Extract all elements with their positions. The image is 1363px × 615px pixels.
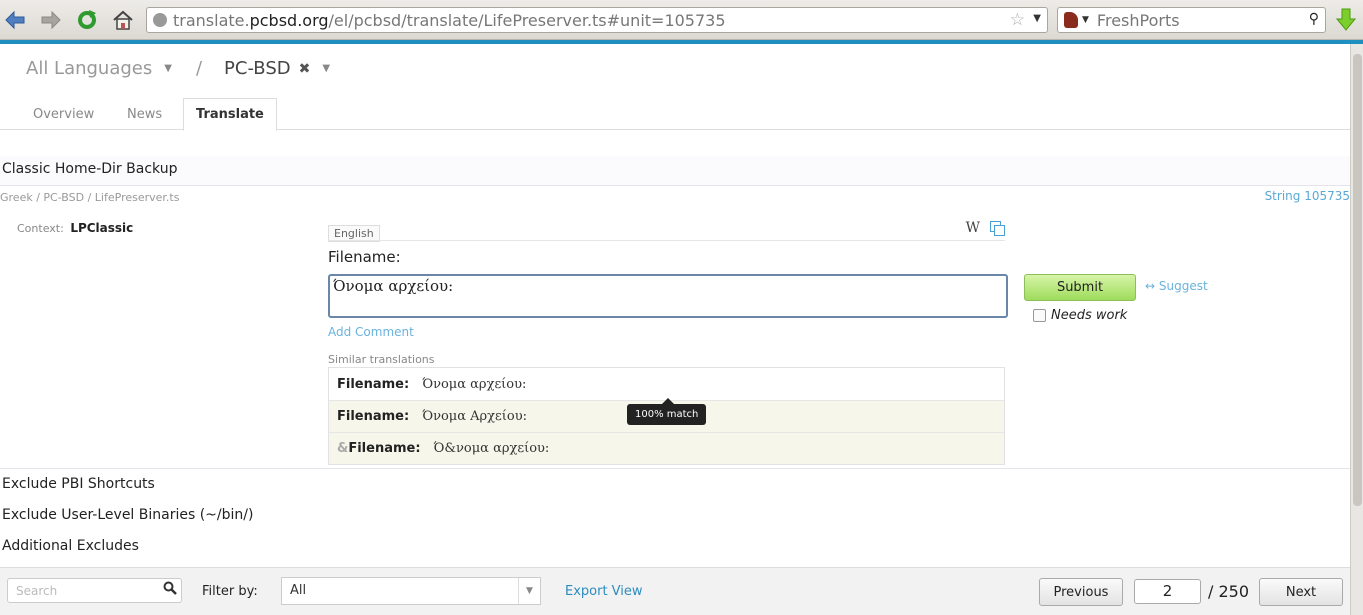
navigation-tabs: Overview News Translate (0, 98, 1350, 131)
breadcrumb-separator: / (195, 58, 203, 79)
home-button[interactable] (110, 7, 136, 33)
context-label: Context: (17, 222, 64, 235)
filter-label: Filter by: (202, 584, 258, 599)
accelerator-mark: & (337, 441, 349, 456)
page-total: / 250 (1208, 582, 1250, 601)
reload-button[interactable] (74, 7, 100, 33)
string-id-link[interactable]: String 105735 (1265, 189, 1350, 203)
unit-list-item[interactable]: Exclude PBI Shortcuts (0, 469, 1350, 500)
footer-bar: Search Filter by: All ▼ Export View Prev… (0, 567, 1350, 615)
next-button[interactable]: Next (1259, 578, 1343, 606)
unit-list-item[interactable]: Exclude User-Level Binaries (~/bin/) (0, 500, 1350, 531)
source-block: English W Filename: (328, 220, 1005, 266)
needs-work-checkbox[interactable] (1033, 309, 1046, 322)
previous-unit[interactable]: Classic Home-Dir Backup (0, 156, 1350, 186)
filter-select[interactable]: All ▼ (281, 577, 541, 605)
similar-translation: Ό&νομα αρχείου: (433, 441, 550, 456)
filter-selected-value: All (290, 583, 307, 598)
browser-toolbar: translate. pcbsd.org/el/pcbsd/translate/L… (0, 0, 1363, 40)
close-project-icon[interactable]: ✖ (299, 61, 311, 77)
download-button[interactable] (1333, 7, 1359, 33)
breadcrumb-language[interactable]: All Languages (26, 58, 152, 79)
add-comment-link[interactable]: Add Comment (328, 325, 414, 339)
url-host: pcbsd.org (249, 10, 329, 30)
copy-source-icon[interactable] (990, 221, 1005, 236)
url-bar[interactable]: translate. pcbsd.org/el/pcbsd/translate/L… (146, 7, 1048, 33)
scrollbar-thumb[interactable] (1353, 54, 1362, 506)
back-button[interactable] (2, 7, 28, 33)
back-arrow-icon (5, 10, 25, 30)
previous-button[interactable]: Previous (1039, 578, 1123, 606)
binoculars-icon[interactable]: ⚲ (1309, 11, 1319, 27)
site-identity-icon (153, 13, 167, 27)
unit-list-item[interactable]: Additional Excludes (0, 531, 1350, 562)
source-tools: W (966, 220, 1005, 236)
download-arrow-icon (1336, 8, 1356, 31)
suggest-link[interactable]: ↔ Suggest (1145, 279, 1208, 293)
search-input[interactable]: Search (7, 578, 182, 603)
needs-work-toggle[interactable]: Needs work (1033, 308, 1127, 323)
language-dropdown-icon[interactable]: ▼ (164, 63, 172, 74)
reload-icon (78, 10, 96, 29)
similar-translation: Όνομα αρχείου: (422, 376, 527, 392)
project-dropdown-icon[interactable]: ▼ (322, 63, 330, 74)
home-icon (113, 10, 133, 30)
search-engine-icon[interactable] (1064, 12, 1078, 28)
similar-source: Filename: (348, 441, 421, 456)
similar-source: Filename: (337, 409, 410, 424)
search-placeholder: Search (16, 584, 58, 598)
context: Context: LPClassic (17, 221, 133, 235)
tab-news[interactable]: News (115, 98, 174, 130)
search-icon[interactable] (163, 581, 177, 595)
source-text: Filename: (328, 248, 401, 266)
similar-translation-row[interactable]: & Filename: Ό&νομα αρχείου: (329, 432, 1004, 464)
wikipedia-icon[interactable]: W (966, 220, 980, 236)
translation-textarea[interactable]: Όνομα αρχείου: (328, 274, 1008, 318)
similar-translation: Όνομα Αρχείου: (422, 409, 528, 424)
similar-translations-label: Similar translations (328, 353, 435, 366)
context-value: LPClassic (70, 221, 134, 235)
unit-path: Greek / PC-BSD / LifePreserver.ts (0, 191, 180, 204)
similar-translation-row[interactable]: Filename: Όνομα αρχείου: (329, 368, 1004, 400)
breadcrumb: All Languages ▼ / PC-BSD ✖ ▼ (26, 58, 330, 79)
tab-overview[interactable]: Overview (21, 98, 106, 130)
chevron-down-icon[interactable]: ▼ (518, 578, 540, 604)
export-view-link[interactable]: Export View (565, 584, 643, 599)
needs-work-label: Needs work (1051, 308, 1128, 323)
forward-button[interactable] (38, 7, 64, 33)
page-content: All Languages ▼ / PC-BSD ✖ ▼ Overview Ne… (0, 44, 1350, 615)
url-path: /el/pcbsd/translate/LifePreserver.ts#uni… (328, 10, 726, 30)
match-tooltip: 100% match (627, 398, 707, 425)
page-scrollbar[interactable] (1350, 44, 1363, 615)
forward-arrow-icon (41, 10, 61, 30)
engine-dropdown-icon[interactable]: ▼ (1082, 15, 1089, 25)
browser-search-text: FreshPorts (1096, 10, 1180, 30)
bookmark-star-icon[interactable]: ☆ (1010, 10, 1025, 30)
url-prefix: translate. (173, 10, 250, 30)
similar-source: Filename: (337, 376, 410, 392)
url-dropdown-icon[interactable]: ▼ (1033, 13, 1041, 24)
page-number-input[interactable]: 2 (1134, 579, 1201, 604)
source-divider (328, 240, 1005, 241)
submit-button[interactable]: Submit (1024, 274, 1136, 301)
next-units-list: Exclude PBI Shortcuts Exclude User-Level… (0, 468, 1350, 562)
breadcrumb-project[interactable]: PC-BSD (224, 58, 291, 79)
browser-search-bar[interactable]: ▼ FreshPorts ⚲ (1057, 7, 1326, 33)
tab-translate[interactable]: Translate (183, 98, 277, 131)
